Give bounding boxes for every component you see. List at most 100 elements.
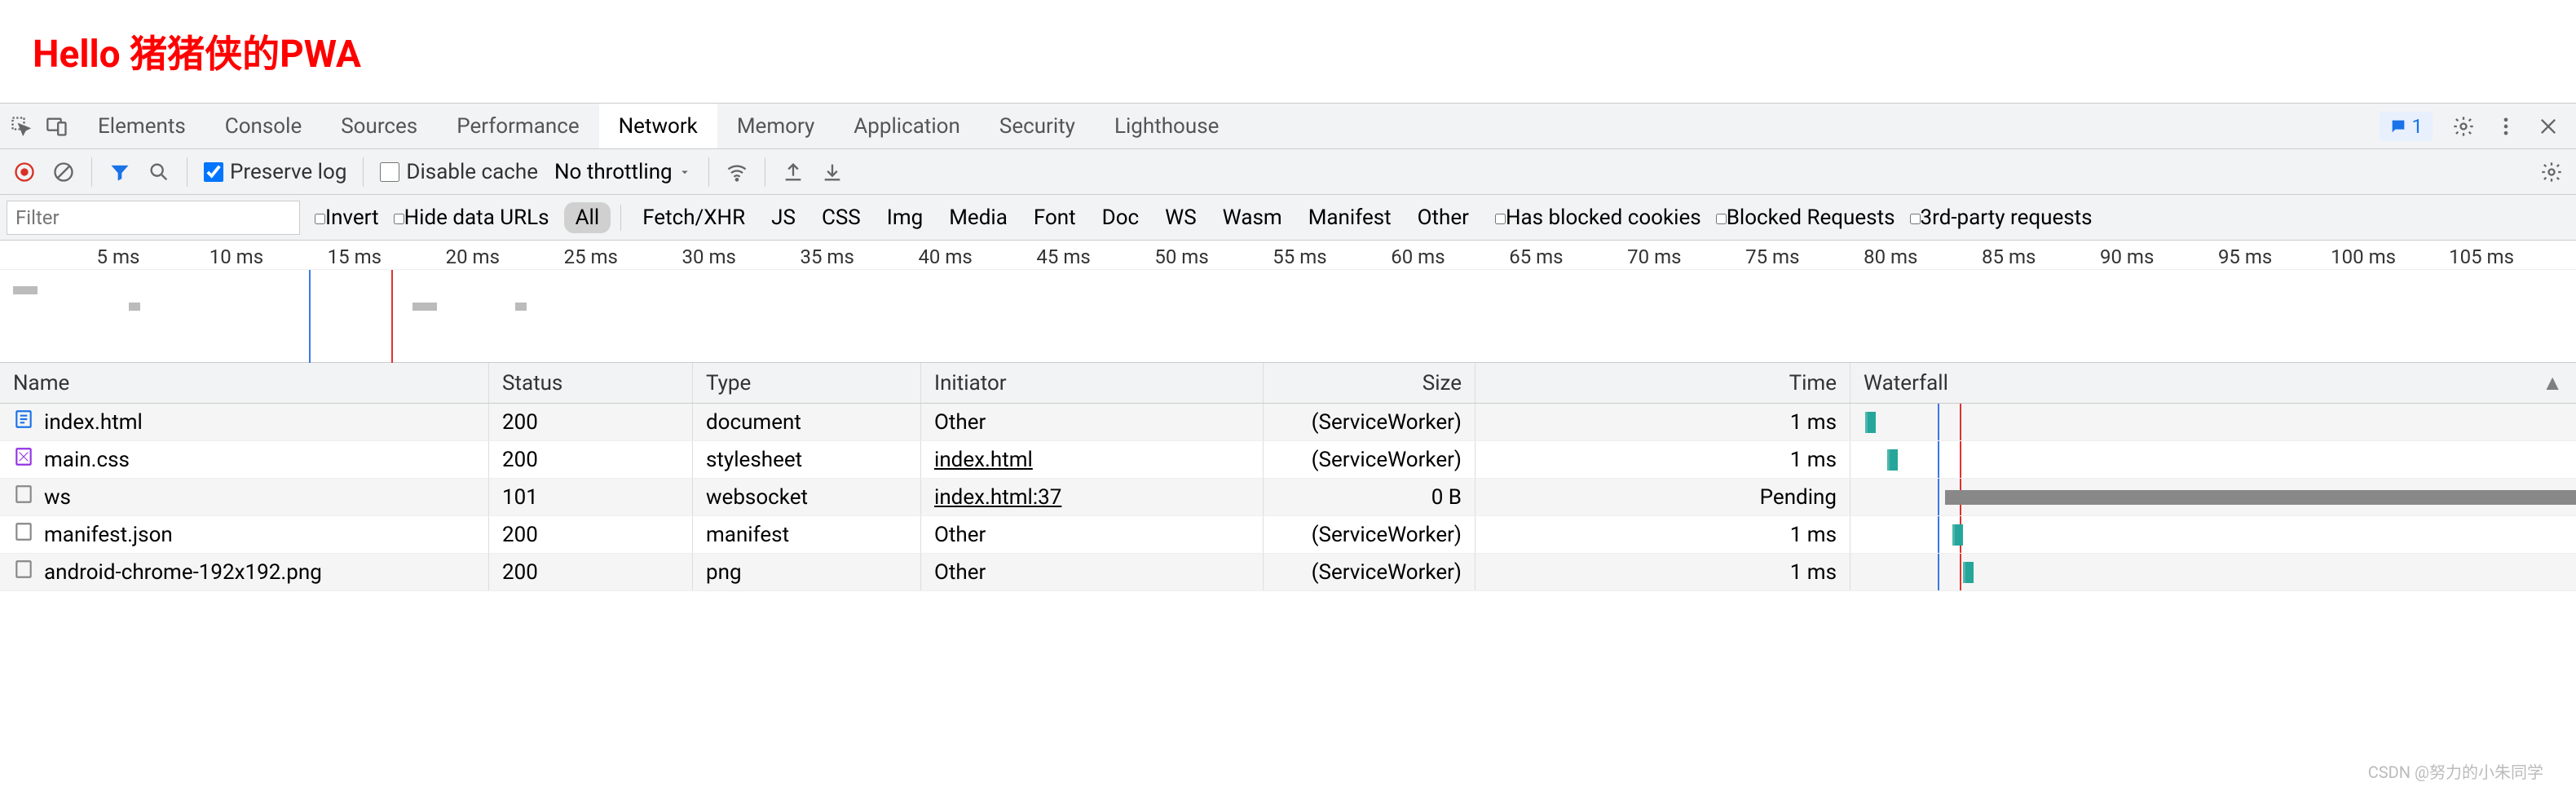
filter-bar: Invert Hide data URLs All Fetch/XHRJSCSSI… xyxy=(0,195,2576,241)
tab-memory[interactable]: Memory xyxy=(717,104,834,148)
file-icon xyxy=(13,484,34,510)
table-header: Name Status Type Initiator Size Time Wat… xyxy=(0,363,2576,404)
filter-type-other[interactable]: Other xyxy=(1406,202,1480,233)
has-blocked-cookies-checkbox[interactable]: Has blocked cookies xyxy=(1495,205,1701,230)
filter-type-fetch-xhr[interactable]: Fetch/XHR xyxy=(631,202,756,233)
download-icon[interactable] xyxy=(821,161,844,183)
table-row[interactable]: index.html200documentOther(ServiceWorker… xyxy=(0,404,2576,441)
col-initiator[interactable]: Initiator xyxy=(921,363,1264,403)
request-type: websocket xyxy=(693,479,921,515)
col-type[interactable]: Type xyxy=(693,363,921,403)
third-party-checkbox[interactable]: 3rd-party requests xyxy=(1910,205,2093,230)
initiator-link[interactable]: index.html:37 xyxy=(934,485,1061,510)
timeline-tick: 55 ms xyxy=(1273,245,1326,268)
tab-network[interactable]: Network xyxy=(599,104,717,148)
timeline-tick: 45 ms xyxy=(1036,245,1090,268)
col-time[interactable]: Time xyxy=(1475,363,1850,403)
request-time: 1 ms xyxy=(1475,404,1850,440)
network-settings-icon[interactable] xyxy=(2540,161,2563,183)
request-name: ws xyxy=(44,485,71,510)
upload-icon[interactable] xyxy=(782,161,805,183)
file-icon xyxy=(13,559,34,586)
table-body: index.html200documentOther(ServiceWorker… xyxy=(0,404,2576,591)
timeline-tick: 75 ms xyxy=(1745,245,1799,268)
table-row[interactable]: manifest.json200manifestOther(ServiceWor… xyxy=(0,516,2576,554)
blocked-requests-checkbox[interactable]: Blocked Requests xyxy=(1716,205,1895,230)
col-status[interactable]: Status xyxy=(489,363,693,403)
preserve-log-checkbox[interactable]: Preserve log xyxy=(204,160,346,184)
search-icon[interactable] xyxy=(148,161,170,183)
inspect-icon[interactable] xyxy=(10,115,33,138)
request-status: 200 xyxy=(489,441,693,478)
filter-input[interactable] xyxy=(7,201,300,235)
record-icon[interactable] xyxy=(13,161,36,183)
tab-lighthouse[interactable]: Lighthouse xyxy=(1095,104,1238,148)
timeline-tick: 15 ms xyxy=(328,245,382,268)
settings-icon[interactable] xyxy=(2452,115,2475,138)
table-row[interactable]: ws101websocketindex.html:370 BPending xyxy=(0,479,2576,516)
request-size: (ServiceWorker) xyxy=(1264,516,1475,553)
col-waterfall[interactable]: Waterfall ▲ xyxy=(1850,363,2576,403)
request-waterfall xyxy=(1850,554,2576,590)
initiator-link[interactable]: index.html xyxy=(934,448,1033,472)
issues-badge[interactable]: 1 xyxy=(2380,112,2433,141)
request-time: Pending xyxy=(1475,479,1850,515)
filter-type-wasm[interactable]: Wasm xyxy=(1211,202,1294,233)
invert-checkbox[interactable]: Invert xyxy=(315,205,379,230)
filter-type-manifest[interactable]: Manifest xyxy=(1297,202,1403,233)
tab-sources[interactable]: Sources xyxy=(321,104,437,148)
request-waterfall xyxy=(1850,516,2576,553)
request-time: 1 ms xyxy=(1475,554,1850,590)
timeline-tick: 90 ms xyxy=(2100,245,2154,268)
filter-type-js[interactable]: JS xyxy=(760,202,807,233)
device-toggle-icon[interactable] xyxy=(46,115,68,138)
timeline-tick: 35 ms xyxy=(800,245,854,268)
request-type: stylesheet xyxy=(693,441,921,478)
disable-cache-checkbox[interactable]: Disable cache xyxy=(380,160,538,184)
request-initiator: Other xyxy=(921,554,1264,590)
request-type: png xyxy=(693,554,921,590)
filter-type-css[interactable]: CSS xyxy=(810,202,872,233)
filter-type-img[interactable]: Img xyxy=(876,202,934,233)
timeline-tick: 10 ms xyxy=(210,245,263,268)
request-initiator: Other xyxy=(921,404,1264,440)
issues-count: 1 xyxy=(2412,115,2424,138)
timeline-tick: 60 ms xyxy=(1391,245,1445,268)
timeline-overview[interactable]: 5 ms10 ms15 ms20 ms25 ms30 ms35 ms40 ms4… xyxy=(0,241,2576,363)
filter-type-ws[interactable]: WS xyxy=(1153,202,1208,233)
request-waterfall xyxy=(1850,404,2576,440)
more-icon[interactable] xyxy=(2494,115,2517,138)
throttling-select[interactable]: No throttling xyxy=(554,160,692,184)
timeline-tick: 70 ms xyxy=(1627,245,1681,268)
devtools-tabs-bar: ElementsConsoleSourcesPerformanceNetwork… xyxy=(0,104,2576,149)
col-size[interactable]: Size xyxy=(1264,363,1475,403)
request-size: (ServiceWorker) xyxy=(1264,554,1475,590)
requests-table: Name Status Type Initiator Size Time Wat… xyxy=(0,363,2576,591)
table-row[interactable]: main.css200stylesheetindex.html(ServiceW… xyxy=(0,441,2576,479)
col-name[interactable]: Name xyxy=(0,363,489,403)
filter-type-all[interactable]: All xyxy=(564,202,611,233)
request-status: 101 xyxy=(489,479,693,515)
timeline-tick: 95 ms xyxy=(2218,245,2272,268)
filter-type-media[interactable]: Media xyxy=(937,202,1019,233)
tab-performance[interactable]: Performance xyxy=(437,104,598,148)
request-status: 200 xyxy=(489,516,693,553)
request-name: android-chrome-192x192.png xyxy=(44,560,322,585)
filter-icon[interactable] xyxy=(108,161,131,183)
request-waterfall xyxy=(1850,479,2576,515)
request-type: document xyxy=(693,404,921,440)
request-status: 200 xyxy=(489,554,693,590)
close-icon[interactable] xyxy=(2537,115,2560,138)
tab-security[interactable]: Security xyxy=(980,104,1095,148)
table-row[interactable]: android-chrome-192x192.png 200pngOther(Se… xyxy=(0,554,2576,591)
request-initiator: index.html xyxy=(921,441,1264,478)
clear-icon[interactable] xyxy=(52,161,75,183)
request-type: manifest xyxy=(693,516,921,553)
filter-type-font[interactable]: Font xyxy=(1022,202,1087,233)
tab-application[interactable]: Application xyxy=(834,104,980,148)
tab-elements[interactable]: Elements xyxy=(78,104,205,148)
hide-data-urls-checkbox[interactable]: Hide data URLs xyxy=(394,205,549,230)
filter-type-doc[interactable]: Doc xyxy=(1091,202,1151,233)
tab-console[interactable]: Console xyxy=(205,104,321,148)
wifi-icon[interactable] xyxy=(726,161,748,183)
